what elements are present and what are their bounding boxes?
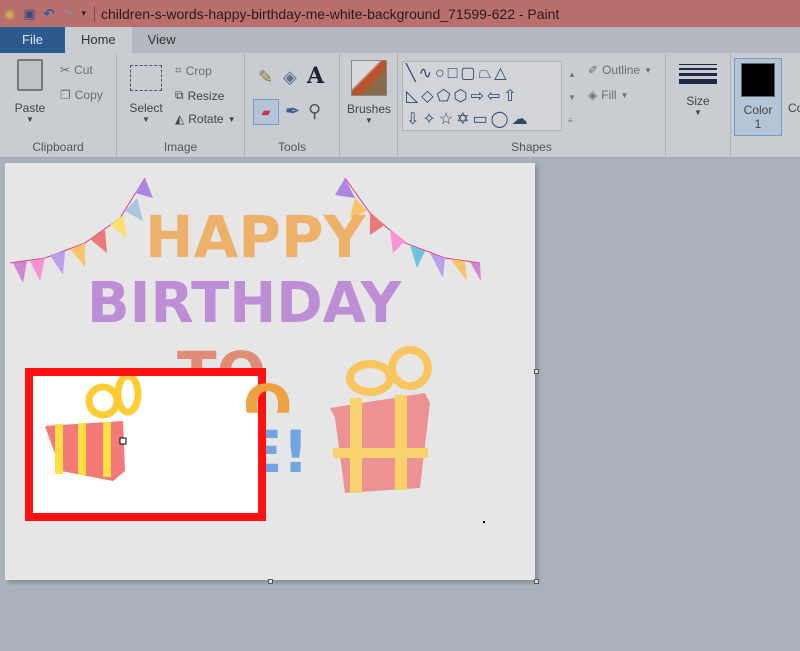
ribbon: Paste ▼ ✂ Cut ❐ Copy Clipboard Select ▼ ⌗ Cro…: [0, 53, 800, 158]
size-group: Size ▼: [666, 53, 731, 158]
outline-button[interactable]: ✐ Outline ▼: [588, 63, 652, 77]
color1-button[interactable]: Color 1: [734, 58, 782, 136]
tab-view[interactable]: View: [132, 27, 192, 53]
resize-handle-corner[interactable]: [534, 579, 539, 584]
brush-icon: [351, 60, 387, 96]
stray-dot: [483, 521, 485, 523]
title-bar: ◉ ▣ ↶ ↷ ▾ children-s-words-happy-birthda…: [0, 0, 800, 27]
shapes-label: Shapes: [511, 140, 552, 154]
artwork-line-birthday: BIRTHDAY: [87, 271, 402, 336]
save-icon[interactable]: ▣: [23, 6, 35, 22]
text-tool-icon[interactable]: A: [307, 63, 324, 89]
ribbon-tabs: File Home View: [0, 27, 800, 53]
shapes-scroll[interactable]: ▲ ▼ ≡: [568, 63, 576, 132]
resize-icon: ⧉: [175, 88, 184, 102]
resize-handle-right[interactable]: [534, 369, 539, 374]
rotate-button[interactable]: ◭ Rotate ▼: [175, 112, 236, 126]
callout-shapes-icon[interactable]: ⇩✧☆✡▭◯☁: [406, 111, 531, 128]
tools-label: Tools: [277, 140, 306, 154]
select-button[interactable]: Select ▼: [127, 65, 165, 124]
fill-bucket-icon[interactable]: ◈: [283, 67, 297, 88]
line-size-icon: [679, 64, 717, 84]
gift-box-image: [45, 376, 142, 481]
paste-button[interactable]: Paste ▼: [10, 59, 50, 124]
scissors-icon: ✂: [60, 63, 71, 77]
size-button[interactable]: Size ▼: [676, 61, 720, 117]
tools-group: ✎ ◈ A ▰ ✒ ⚲ Tools: [245, 53, 340, 158]
color-picker-icon[interactable]: ✒: [285, 101, 300, 122]
pencil-icon[interactable]: ✎: [258, 67, 273, 88]
polygon-shapes-icon[interactable]: ◺◇⬠⬡⇨⇦⇧: [406, 88, 520, 105]
color1-swatch: [741, 63, 775, 97]
magnifier-icon[interactable]: ⚲: [308, 101, 321, 122]
rotate-icon: ◭: [175, 112, 185, 126]
paint-app-icon[interactable]: ◉: [4, 6, 15, 22]
fill-icon: ◈: [588, 88, 598, 102]
resize-button[interactable]: ⧉ Resize: [175, 88, 224, 103]
copy-icon: ❐: [60, 88, 71, 102]
outline-pen-icon: ✐: [588, 63, 599, 77]
artwork-line-happy: HAPPY: [145, 203, 366, 271]
tab-file[interactable]: File: [0, 27, 65, 53]
select-rect-icon: [130, 65, 162, 91]
fill-button[interactable]: ◈ Fill ▼: [588, 88, 628, 102]
shapes-group: ╲∿○□▢⏢△ ◺◇⬠⬡⇨⇦⇧ ⇩✧☆✡▭◯☁ ▲ ▼ ≡ ✐ Outline ▼ ◈ F…: [398, 53, 666, 158]
image-label: Image: [163, 140, 198, 154]
brushes-group: Brushes ▼: [340, 53, 398, 158]
resize-handle-bottom[interactable]: [268, 579, 273, 584]
tab-home[interactable]: Home: [64, 27, 132, 53]
brushes-button[interactable]: Brushes ▼: [346, 60, 392, 125]
crop-button[interactable]: ⌗ Crop: [175, 63, 212, 78]
shapes-gallery[interactable]: ╲∿○□▢⏢△ ◺◇⬠⬡⇨⇦⇧ ⇩✧☆✡▭◯☁: [402, 61, 562, 131]
clipboard-label: Clipboard: [32, 140, 84, 154]
color2-button[interactable]: Co: [788, 101, 800, 115]
copy-button[interactable]: ❐ Copy: [60, 88, 103, 102]
image-group: Select ▼ ⌗ Crop ⧉ Resize ◭ Rotate ▼ Image: [117, 53, 245, 158]
eraser-icon[interactable]: ▰: [253, 99, 279, 125]
redo-icon[interactable]: ↷: [63, 6, 74, 22]
cut-button[interactable]: ✂ Cut: [60, 63, 93, 77]
highlight-box: O: [25, 368, 292, 521]
clipboard-icon: [17, 59, 43, 91]
crop-icon: ⌗: [175, 63, 182, 77]
undo-icon[interactable]: ↶: [44, 6, 55, 22]
clipboard-group: Paste ▼ ✂ Cut ❐ Copy Clipboard: [0, 53, 117, 158]
window-title: children-s-words-happy-birthday-me-white…: [100, 5, 560, 22]
customize-dropdown-icon[interactable]: ▾: [81, 8, 86, 19]
line-shape-icon[interactable]: ╲∿○□▢⏢△: [406, 65, 510, 82]
